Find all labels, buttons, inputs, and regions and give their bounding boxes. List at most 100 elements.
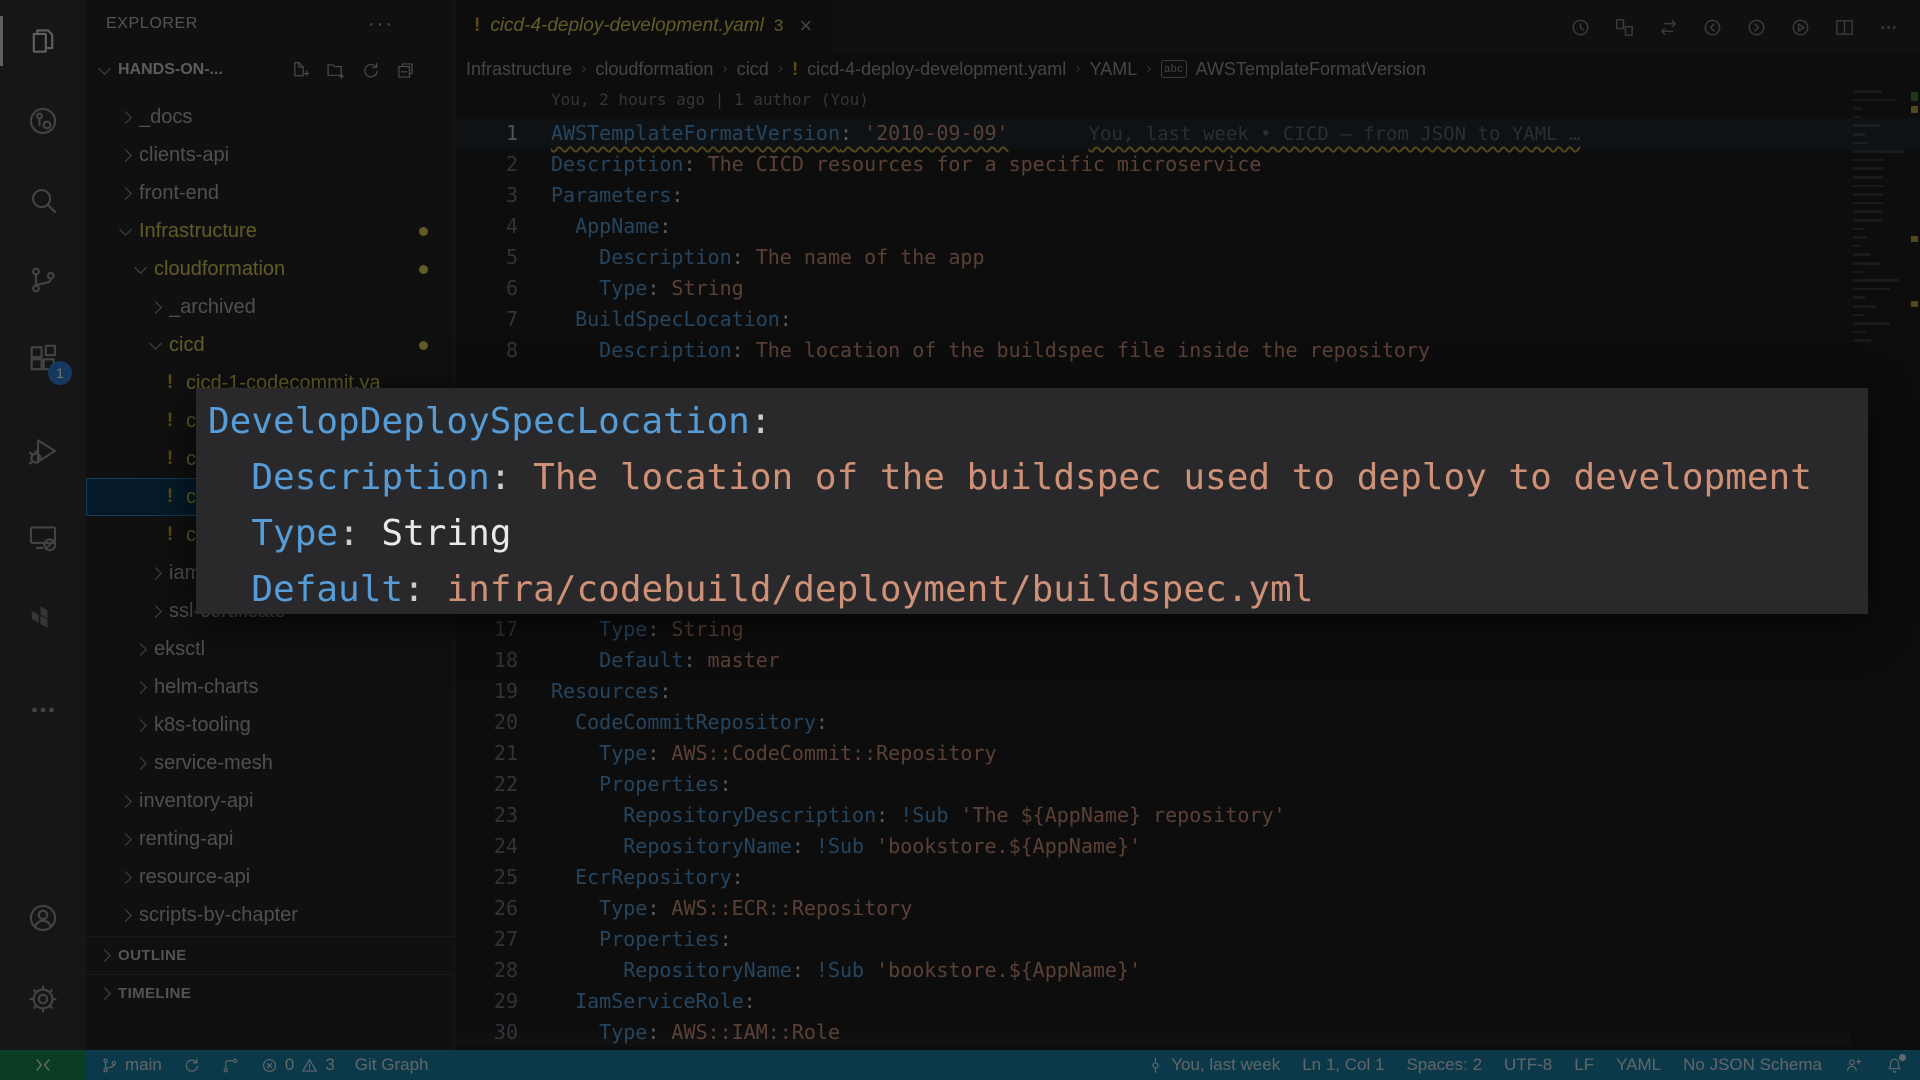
chevron-right-icon — [97, 987, 111, 1000]
language-mode[interactable]: YAML — [1616, 1055, 1661, 1075]
tree-item-renting-api[interactable]: renting-api — [86, 820, 454, 858]
explorer-more-actions-icon[interactable]: ··· — [368, 13, 394, 36]
chevron-down-icon — [133, 260, 147, 274]
tree-item-Infrastructure[interactable]: Infrastructure — [86, 212, 454, 250]
tree-item-inventory-api[interactable]: inventory-api — [86, 782, 454, 820]
tree-item-label: c — [186, 523, 196, 546]
breadcrumb-separator: › — [722, 60, 728, 77]
code-line-27: 27 Properties: — [456, 924, 1920, 955]
settings-gear-icon[interactable] — [0, 968, 86, 1030]
code-line-1: 1 AWSTemplateFormatVersion: '2010-09-09' Y… — [456, 118, 1920, 149]
open-changes-icon[interactable] — [1606, 9, 1642, 45]
remote-explorer-icon[interactable] — [0, 507, 86, 569]
git-graph-button[interactable]: Git Graph — [355, 1055, 429, 1075]
error-icon — [262, 1058, 276, 1072]
tree-item-service-mesh[interactable]: service-mesh — [86, 744, 454, 782]
source-control-icon[interactable] — [0, 249, 86, 311]
line-number: 25 — [493, 865, 518, 889]
code-line-8: 8 Description: The location of the build… — [456, 335, 1920, 366]
blame-status[interactable]: You, last week — [1146, 1055, 1280, 1075]
tree-item-clients-api[interactable]: clients-api — [86, 136, 454, 174]
ruler-mark-warning — [1911, 106, 1918, 113]
tree-item-cloudformation[interactable]: cloudformation — [86, 250, 454, 288]
next-change-icon[interactable] — [1738, 9, 1774, 45]
tree-item-label: k8s-tooling — [154, 713, 251, 736]
compare-icon[interactable] — [1650, 9, 1686, 45]
more-actions-icon[interactable] — [1870, 9, 1906, 45]
code-line-24: 24 RepositoryName: !Sub 'bookstore.${App… — [456, 831, 1920, 862]
tree-item-k8s-tooling[interactable]: k8s-tooling — [86, 706, 454, 744]
breadcrumb-folder[interactable]: cicd — [737, 59, 769, 80]
tree-item-front-end[interactable]: front-end — [86, 174, 454, 212]
schema-status[interactable]: No JSON Schema — [1683, 1055, 1822, 1075]
problems-status[interactable]: 0 3 — [260, 1055, 335, 1075]
gitlens-icon[interactable] — [0, 90, 86, 152]
sidebar-title: EXPLORER — [106, 15, 198, 32]
overview-ruler — [1910, 86, 1918, 1050]
notification-dot — [1899, 1053, 1906, 1061]
code-line-21: 21 Type: AWS::CodeCommit::Repository — [456, 738, 1920, 769]
tab-label: cicd-4-deploy-development.yaml — [490, 15, 764, 36]
tree-item-helm-charts[interactable]: helm-charts — [86, 668, 454, 706]
extensions-icon[interactable]: 1 — [0, 329, 86, 391]
breadcrumb-symbol[interactable]: AWSTemplateFormatVersion — [1196, 59, 1426, 80]
breadcrumb-file[interactable]: cicd-4-deploy-development.yaml — [807, 59, 1066, 80]
git-graph-icon-button[interactable] — [221, 1056, 240, 1075]
explorer-icon[interactable] — [0, 10, 86, 72]
new-file-icon[interactable] — [290, 60, 311, 81]
account-icon[interactable] — [0, 887, 86, 949]
tree-item-eksctl[interactable]: eksctl — [86, 630, 454, 668]
previous-change-icon[interactable] — [1694, 9, 1730, 45]
feedback-button[interactable] — [1844, 1056, 1863, 1075]
tab-close-icon[interactable]: × — [799, 13, 812, 39]
notifications-button[interactable] — [1885, 1053, 1906, 1075]
timeline-label: TIMELINE — [118, 985, 192, 1002]
error-count: 0 — [284, 1055, 295, 1074]
branch-icon — [103, 1058, 117, 1072]
terraform-icon[interactable] — [0, 588, 86, 650]
collapse-all-icon[interactable] — [395, 60, 416, 81]
remote-indicator[interactable] — [0, 1050, 86, 1080]
chevron-right-icon — [118, 832, 132, 846]
workspace-section-header[interactable]: HANDS-ON-... — [86, 48, 454, 92]
breadcrumb-language[interactable]: YAML — [1090, 59, 1138, 80]
outline-section[interactable]: OUTLINE — [86, 936, 454, 974]
chevron-right-icon — [118, 110, 132, 124]
encoding-status[interactable]: UTF-8 — [1504, 1055, 1552, 1075]
tree-item-scripts-by-chapter[interactable]: scripts-by-chapter — [86, 896, 454, 934]
timeline-section[interactable]: TIMELINE — [86, 974, 454, 1012]
breadcrumbs: Infrastructure › cloudformation › cicd › ! … — [456, 52, 1920, 86]
split-editor-icon[interactable] — [1826, 9, 1862, 45]
branch-status[interactable]: main — [100, 1055, 162, 1075]
tree-item-label: front-end — [139, 181, 220, 204]
indentation-status[interactable]: Spaces: 2 — [1406, 1055, 1482, 1075]
breadcrumb-folder[interactable]: cloudformation — [595, 59, 713, 80]
local-history-icon[interactable] — [1562, 9, 1598, 45]
sync-status[interactable] — [182, 1056, 201, 1075]
cursor-position[interactable]: Ln 1, Col 1 — [1302, 1055, 1384, 1075]
chevron-down-icon — [118, 222, 132, 236]
gitlens-codelens[interactable]: You, 2 hours ago | 1 author (You) — [551, 90, 869, 109]
tree-item-label: eksctl — [154, 637, 206, 660]
breadcrumb-separator: › — [777, 60, 784, 77]
tab-cicd-4-deploy-development[interactable]: ! cicd-4-deploy-development.yaml 3 × — [456, 0, 832, 52]
tab-warning-mark: ! — [474, 15, 481, 36]
tree-item-cicd[interactable]: cicd — [86, 326, 454, 364]
refresh-icon[interactable] — [360, 60, 381, 81]
run-debug-icon[interactable] — [0, 420, 86, 482]
new-folder-icon[interactable] — [325, 60, 346, 81]
eol-status[interactable]: LF — [1574, 1055, 1594, 1075]
line-number: 21 — [493, 741, 518, 765]
breadcrumb-folder[interactable]: Infrastructure — [466, 59, 572, 80]
code-line-5: 5 Description: The name of the app — [456, 242, 1920, 273]
tree-item-label: scripts-by-chapter — [139, 903, 298, 926]
tree-item-resource-api[interactable]: resource-api — [86, 858, 454, 896]
horizontal-scrollbar[interactable] — [456, 1032, 1850, 1046]
tree-item-_archived[interactable]: _archived — [86, 288, 454, 326]
remote-icon — [36, 1059, 50, 1071]
more-views-icon[interactable] — [0, 679, 86, 741]
run-file-icon[interactable] — [1782, 9, 1818, 45]
modified-badge-dot — [419, 226, 428, 236]
tree-item-_docs[interactable]: _docs — [86, 98, 454, 136]
search-icon[interactable] — [0, 169, 86, 231]
